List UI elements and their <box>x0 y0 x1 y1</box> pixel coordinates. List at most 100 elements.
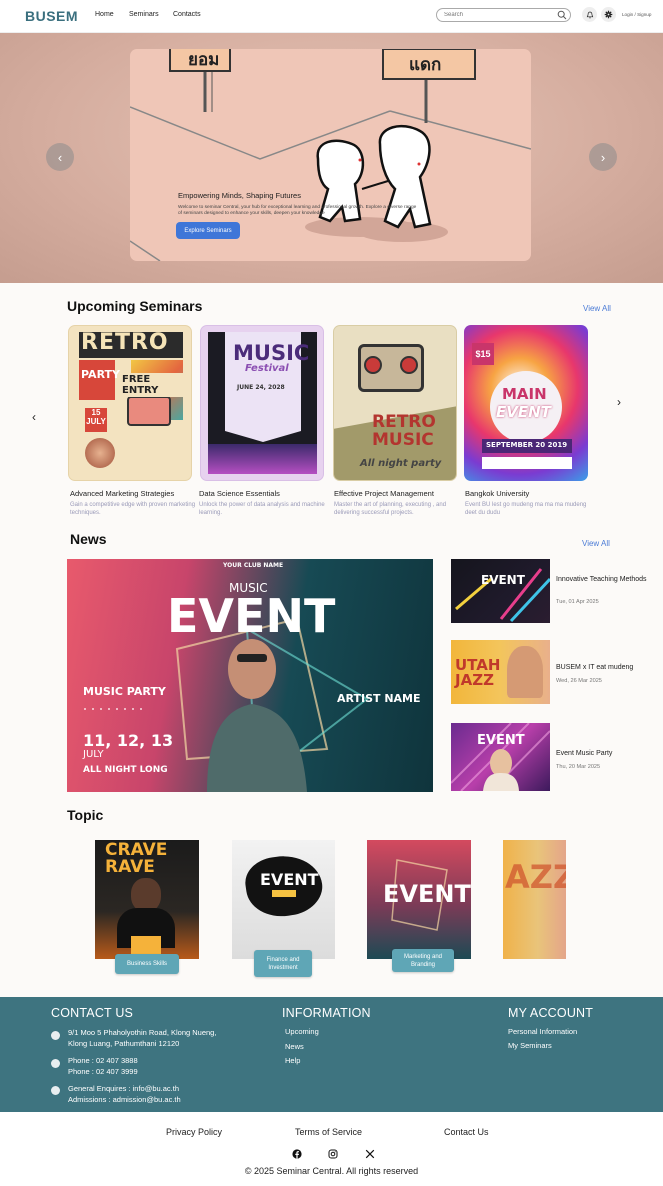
nav-contacts[interactable]: Contacts <box>173 11 201 18</box>
poster-detail: All night party <box>360 458 442 469</box>
login-signup-link[interactable]: Login / Signup <box>622 12 651 17</box>
nav-seminars[interactable]: Seminars <box>129 11 159 18</box>
poster-subtitle: MUSIC <box>372 430 434 450</box>
contact-us-link[interactable]: Contact Us <box>444 1127 489 1137</box>
footer-bottom: Privacy Policy Terms of Service Contact … <box>0 1112 663 1186</box>
news-month: JULY <box>83 749 104 760</box>
news-item-title[interactable]: BUSEM x IT eat mudeng <box>556 663 656 673</box>
news-dates: 11, 12, 13 <box>83 731 174 750</box>
news-thumbnail-label: EVENT <box>477 733 525 748</box>
hero-next-button[interactable]: › <box>589 143 617 171</box>
poster-title: MUSIC <box>233 341 310 365</box>
page: BUSEM Home Seminars Contacts Login / Sig… <box>0 0 663 1186</box>
news-item-title[interactable]: Event Music Party <box>556 749 656 759</box>
upcoming-view-all-link[interactable]: View All <box>583 304 611 313</box>
search-input[interactable] <box>436 8 571 22</box>
topic-image[interactable]: EVENT <box>367 840 471 959</box>
phone-line: Phone : 02 407 3888 <box>68 1056 138 1065</box>
contact-heading: CONTACT US <box>51 1006 134 1020</box>
poster-subtitle: Festival <box>245 363 289 374</box>
topic-poster-label: EVENT <box>260 870 319 889</box>
topic-tag[interactable]: Business Skills <box>115 954 179 974</box>
seminar-name[interactable]: Advanced Marketing Strategies <box>70 489 174 498</box>
footer-link-upcoming[interactable]: Upcoming <box>285 1026 319 1037</box>
email-icon <box>51 1086 60 1095</box>
search-icon[interactable] <box>557 10 567 20</box>
email-line[interactable]: Admissions : admission@bu.ac.th <box>68 1094 181 1105</box>
seminar-card-poster[interactable]: RETRO MUSIC All night party <box>333 325 457 481</box>
hero-prev-button[interactable]: ‹ <box>46 143 74 171</box>
poster-title: MAIN <box>502 385 547 403</box>
news-title: News <box>70 531 107 547</box>
gear-icon <box>604 10 613 19</box>
instagram-icon[interactable] <box>328 1149 338 1159</box>
footer-link-news[interactable]: News <box>285 1041 304 1052</box>
seminar-description: Unlock the power of data analysis and ma… <box>199 502 325 516</box>
email-line[interactable]: General Enquires : info@bu.ac.th <box>68 1083 179 1094</box>
poster-detail: JUNE 24, 2028 <box>237 384 285 391</box>
news-club-name: YOUR CLUB NAME <box>223 562 284 569</box>
news-party-label: MUSIC PARTY <box>83 685 166 698</box>
x-twitter-icon[interactable] <box>365 1149 375 1159</box>
nav-home[interactable]: Home <box>95 11 114 18</box>
footer-link-my-seminars[interactable]: My Seminars <box>508 1040 552 1051</box>
news-thumbnail[interactable]: EVENT <box>451 723 550 791</box>
facebook-icon[interactable] <box>292 1149 302 1159</box>
seminar-name[interactable]: Bangkok University <box>465 489 529 498</box>
chevron-left-icon: ‹ <box>57 149 63 165</box>
address-line: 9/1 Moo 5 Phaholyothin Road, Klong Nueng… <box>68 1028 217 1037</box>
poster-subtitle: EVENT <box>496 403 551 421</box>
hero-sign-left: ยอม <box>188 50 220 70</box>
site-logo[interactable]: BUSEM <box>25 8 78 24</box>
news-item-date: Thu, 20 Mar 2025 <box>556 764 601 770</box>
news-view-all-link[interactable]: View All <box>582 539 610 548</box>
seminar-card-poster[interactable]: $15 MAIN EVENT SEPTEMBER 20 2019 <box>464 325 588 481</box>
settings-button[interactable] <box>601 7 616 22</box>
seminar-name[interactable]: Data Science Essentials <box>199 489 280 498</box>
news-featured-image[interactable]: YOUR CLUB NAME MUSIC EVENT MUSIC PARTY 1… <box>67 559 433 792</box>
privacy-policy-link[interactable]: Privacy Policy <box>166 1127 222 1137</box>
bell-icon <box>586 11 593 18</box>
address-line: Klong Luang, Pathumthani 12120 <box>68 1039 180 1048</box>
copyright-text: © 2025 Seminar Central. All rights reser… <box>244 1166 419 1176</box>
seminar-card-poster[interactable]: MUSIC Festival JUNE 24, 2028 <box>200 325 324 481</box>
news-event-label: EVENT <box>167 589 336 643</box>
poster-subtitle: PARTY <box>81 368 121 381</box>
footer-main: CONTACT US 9/1 Moo 5 Phaholyothin Road, … <box>0 997 663 1112</box>
chevron-right-icon[interactable]: › <box>617 395 621 409</box>
hero-description: Welcome to seminar Central, your hub for… <box>178 205 417 217</box>
seminar-card-poster[interactable]: RETRO PARTY FREE ENTRY 15 JULY <box>68 325 192 481</box>
news-allnight: ALL NIGHT LONG <box>83 765 168 775</box>
topic-tag[interactable]: Finance and Investment <box>254 950 312 977</box>
poster-title: RETRO <box>372 412 436 432</box>
topic-image[interactable]: AZZ <box>503 840 566 959</box>
news-artist: ARTIST NAME <box>337 692 421 705</box>
news-thumbnail-graphic <box>455 568 550 623</box>
information-heading: INFORMATION <box>282 1006 371 1020</box>
topic-image[interactable]: CRAVE RAVE <box>95 840 199 959</box>
chevron-left-icon[interactable]: ‹ <box>32 410 36 424</box>
seminar-name[interactable]: Effective Project Management <box>334 489 434 498</box>
news-item-title[interactable]: Innovative Teaching Methods <box>556 575 656 585</box>
account-heading: MY ACCOUNT <box>508 1006 594 1020</box>
explore-seminars-button[interactable]: Explore Seminars <box>176 222 240 239</box>
news-thumbnail-label: UTAH JAZZ <box>455 656 501 689</box>
topic-image[interactable]: EVENT <box>232 840 335 959</box>
news-thumbnail-label: EVENT <box>481 573 525 587</box>
seminar-description: Gain a competitive edge with proven mark… <box>70 502 196 516</box>
news-thumbnail[interactable]: UTAH JAZZ <box>451 640 550 704</box>
hero-slide: ยอม แดก Empowering Minds, Shaping Future… <box>130 49 531 261</box>
topic-tag[interactable]: Marketing and Branding <box>392 949 454 972</box>
phone-line: Phone : 02 407 3999 <box>68 1067 138 1076</box>
terms-of-service-link[interactable]: Terms of Service <box>295 1127 362 1137</box>
footer-link-personal-info[interactable]: Personal Information <box>508 1026 577 1037</box>
topic-poster-label: AZZ <box>505 858 566 896</box>
footer-link-help[interactable]: Help <box>285 1055 300 1066</box>
phone-icon <box>51 1059 60 1068</box>
notification-button[interactable] <box>582 7 597 22</box>
topic-poster-label: CRAVE RAVE <box>105 840 168 877</box>
news-item-date: Wed, 26 Mar 2025 <box>556 678 602 684</box>
hero-title: Empowering Minds, Shaping Futures <box>178 191 301 200</box>
chevron-right-icon: › <box>600 149 606 165</box>
news-thumbnail[interactable]: EVENT <box>451 559 550 623</box>
